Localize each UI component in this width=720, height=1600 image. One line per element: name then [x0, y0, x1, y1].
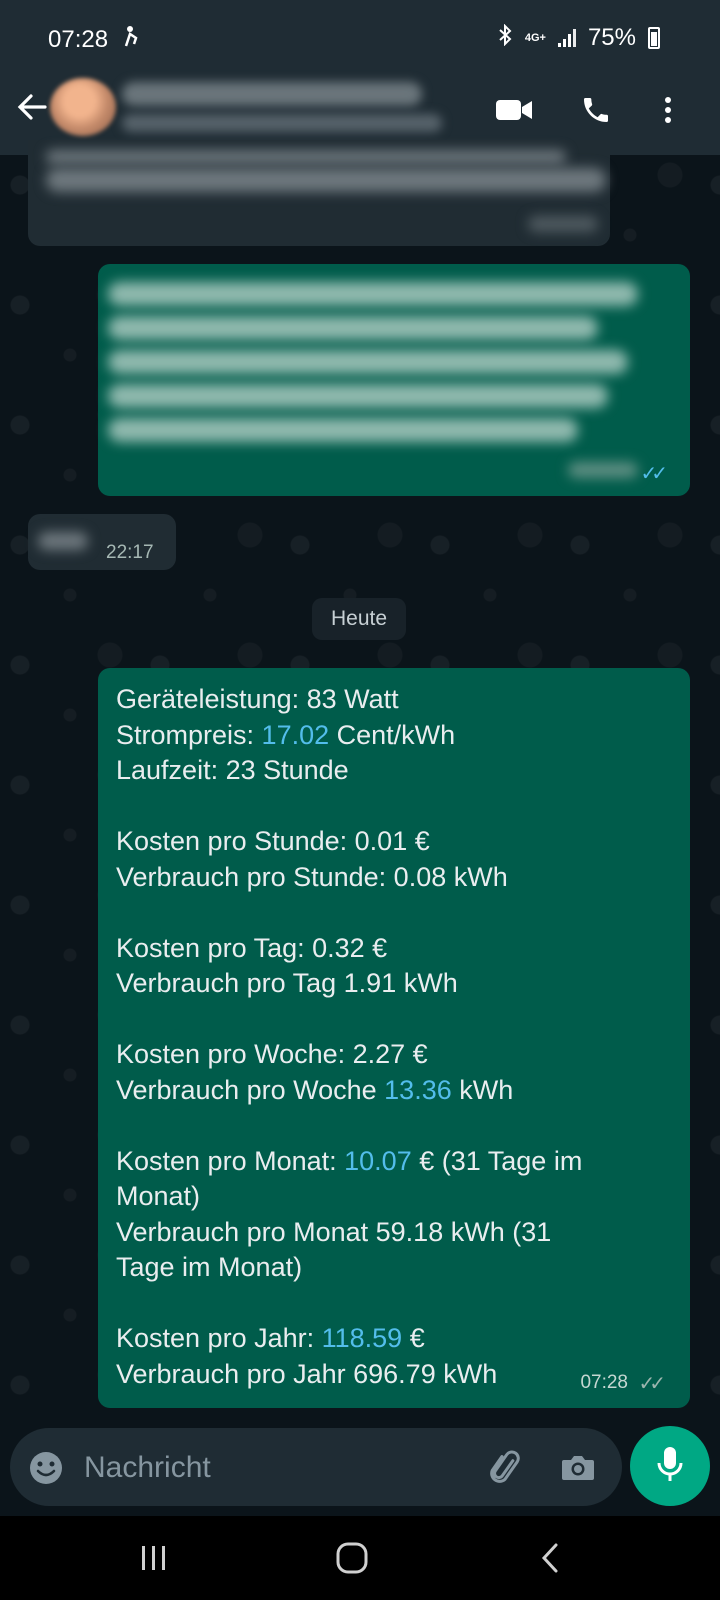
microphone-icon: [654, 1444, 686, 1489]
delivered-ticks-icon: ✓✓: [638, 1373, 665, 1395]
network-type: 4G+: [524, 32, 546, 44]
message-input[interactable]: [82, 1428, 466, 1508]
link-number: 118.59: [321, 1323, 403, 1353]
signal-icon: [557, 29, 576, 47]
microphone-button[interactable]: [630, 1426, 710, 1506]
message-outgoing-blurred[interactable]: ✓✓: [98, 264, 690, 496]
message-text: Geräteleistung: 83 Watt Strompreis: 17.0…: [116, 684, 583, 1389]
arrow-left-icon[interactable]: [12, 90, 52, 130]
link-number: 13.36: [384, 1074, 452, 1105]
battery-percent: 75%: [587, 24, 636, 51]
status-bar: 07:28 4G+ 75%: [0, 0, 720, 78]
message-composer: [10, 1428, 622, 1508]
emoji-icon[interactable]: [28, 1450, 64, 1486]
read-ticks-icon: ✓✓: [640, 463, 667, 485]
video-camera-icon[interactable]: [492, 88, 536, 132]
notification-icon: [122, 24, 142, 54]
message-incoming-short[interactable]: 22:17: [28, 514, 176, 570]
recent-apps-icon[interactable]: [124, 1530, 184, 1586]
bluetooth-icon: [497, 23, 513, 52]
phone-icon[interactable]: [574, 88, 618, 132]
message-time: 07:28: [580, 1372, 628, 1393]
status-time: 07:28: [48, 26, 109, 53]
link-number: 10.07: [344, 1145, 412, 1176]
date-separator: Heute: [312, 598, 406, 640]
home-icon[interactable]: [322, 1530, 382, 1586]
camera-icon[interactable]: [558, 1448, 598, 1488]
message-incoming-blurred[interactable]: [28, 140, 610, 246]
avatar[interactable]: [50, 78, 116, 136]
status-indicators: 4G+ 75%: [497, 23, 660, 52]
link-number: 17.02: [261, 719, 330, 750]
battery-icon: [648, 27, 660, 49]
contact-status-blurred: [122, 114, 442, 132]
paperclip-icon[interactable]: [486, 1448, 526, 1488]
contact-name-blurred[interactable]: [122, 82, 422, 106]
more-vertical-icon[interactable]: [646, 88, 690, 132]
message-outgoing-main[interactable]: Geräteleistung: 83 Watt Strompreis: 17.0…: [98, 668, 690, 1408]
back-nav-icon[interactable]: [520, 1530, 580, 1586]
system-nav-bar: [0, 1516, 720, 1600]
message-time: 22:17: [106, 542, 154, 563]
